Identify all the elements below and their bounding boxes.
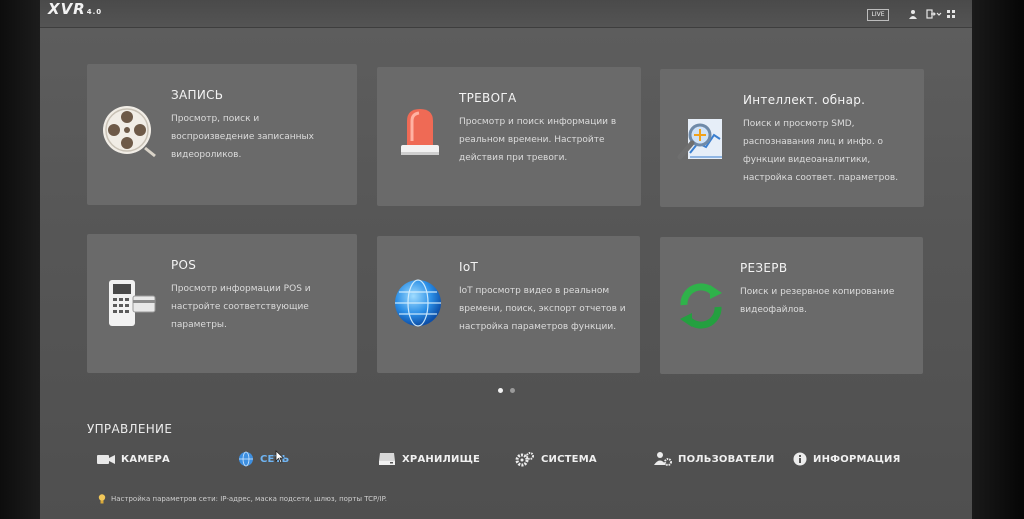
mgmt-users-label: ПОЛЬЗОВАТЕЛИ	[678, 453, 775, 465]
main-menu-screen: XVR4.0 LIVE ЗАПИСЬ Просмотр, поиск и вос…	[40, 0, 972, 519]
mouse-cursor-icon	[275, 450, 285, 464]
logo-version: 4.0	[86, 8, 103, 16]
desc-line: Просмотр информации POS и	[171, 284, 311, 294]
desc-line: распознавания лиц и инфо. о	[743, 137, 884, 147]
monitor-bezel-right	[972, 0, 1024, 519]
mgmt-storage[interactable]: ХРАНИЛИЩЕ	[378, 449, 480, 469]
desc-line: Просмотр и поиск информации в	[459, 117, 617, 127]
card-record-desc: Просмотр, поиск и воспроизведение записа…	[171, 110, 314, 164]
mgmt-info-label: ИНФОРМАЦИЯ	[813, 453, 901, 465]
desc-line: Поиск и просмотр SMD,	[743, 119, 855, 129]
card-backup-desc: Поиск и резервное копирование видеофайло…	[740, 283, 894, 319]
info-icon	[793, 452, 807, 466]
network-globe-icon	[239, 451, 253, 467]
storage-icon	[379, 453, 395, 465]
card-pos-title: POS	[171, 258, 197, 272]
lightbulb-icon	[98, 494, 106, 504]
management-title: УПРАВЛЕНИЕ	[87, 422, 173, 436]
card-alarm-desc: Просмотр и поиск информации в реальном в…	[459, 113, 616, 167]
chevron-down-icon[interactable]	[936, 9, 942, 19]
desc-line: Поиск и резервное копирование	[740, 287, 895, 297]
gears-icon	[515, 452, 534, 467]
card-smart-detection-desc: Поиск и просмотр SMD, распознавания лиц …	[743, 115, 898, 187]
mgmt-storage-label: ХРАНИЛИЩЕ	[402, 453, 481, 465]
mgmt-users[interactable]: ПОЛЬЗОВАТЕЛИ	[654, 449, 775, 469]
desc-line: действия при тревоги.	[459, 153, 568, 163]
smart-detection-icon	[677, 119, 722, 160]
card-backup-title: РЕЗЕРВ	[740, 261, 788, 275]
desc-line: настройка соответ. параметров.	[743, 173, 899, 183]
logo-text: XVR	[48, 0, 86, 18]
desc-line: воспроизведение записанных	[171, 132, 314, 142]
desc-line: Просмотр, поиск и	[171, 114, 260, 124]
live-button[interactable]: LIVE	[867, 9, 889, 21]
grid-menu-icon[interactable]	[946, 9, 956, 19]
desc-line: реальном времени. Настройте	[459, 135, 605, 145]
desc-line: функции видеоаналитики,	[743, 155, 871, 165]
card-record[interactable]: ЗАПИСЬ Просмотр, поиск и воспроизведение…	[87, 64, 357, 205]
card-backup[interactable]: РЕЗЕРВ Поиск и резервное копирование вид…	[660, 237, 923, 374]
page-dot-active[interactable]	[498, 388, 503, 393]
hint-bar: Настройка параметров сети: IP-адрес, мас…	[98, 494, 387, 504]
desc-line: времени, поиск, экспорт отчетов и	[459, 304, 626, 314]
camera-icon	[97, 455, 115, 464]
pos-terminal-icon	[109, 280, 156, 326]
users-gear-icon	[654, 452, 672, 466]
mgmt-system[interactable]: СИСТЕМА	[515, 449, 597, 469]
mgmt-system-label: СИСТЕМА	[541, 453, 597, 465]
mgmt-camera[interactable]: КАМЕРА	[97, 449, 170, 469]
backup-sync-icon	[680, 283, 722, 329]
desc-line: настройте соответствующие	[171, 302, 309, 312]
mgmt-info[interactable]: ИНФОРМАЦИЯ	[793, 449, 901, 469]
card-iot-desc: IoT просмотр видео в реальном времени, п…	[459, 282, 626, 336]
card-smart-detection-title: Интеллект. обнар.	[743, 93, 866, 107]
app-logo: XVR4.0	[48, 0, 102, 18]
card-pos[interactable]: POS Просмотр информации POS и настройте …	[87, 234, 357, 373]
globe-icon	[395, 279, 441, 327]
card-pos-desc: Просмотр информации POS и настройте соот…	[171, 280, 311, 334]
card-record-title: ЗАПИСЬ	[171, 88, 224, 102]
desc-line: видеороликов.	[171, 150, 242, 160]
mgmt-camera-label: КАМЕРА	[121, 453, 170, 465]
desc-line: параметры.	[171, 320, 227, 330]
logout-icon[interactable]	[926, 9, 936, 19]
desc-line: IoT просмотр видео в реальном	[459, 286, 610, 296]
desc-line: настройка параметров функции.	[459, 322, 617, 332]
card-iot-title: IoT	[459, 260, 479, 274]
page-dot[interactable]	[510, 388, 515, 393]
card-smart-detection[interactable]: Интеллект. обнар. Поиск и просмотр SMD, …	[660, 69, 924, 207]
user-icon[interactable]	[908, 9, 918, 19]
card-iot[interactable]: IoT IoT просмотр видео в реальном времен…	[377, 236, 640, 373]
alarm-beacon-icon	[401, 109, 439, 155]
card-alarm-title: ТРЕВОГА	[459, 91, 517, 105]
film-reel-icon	[103, 106, 156, 158]
top-bar: XVR4.0 LIVE	[40, 0, 972, 28]
card-alarm[interactable]: ТРЕВОГА Просмотр и поиск информации в ре…	[377, 67, 641, 206]
desc-line: видеофайлов.	[740, 305, 807, 315]
monitor-bezel-left	[0, 0, 40, 519]
hint-text: Настройка параметров сети: IP-адрес, мас…	[111, 495, 387, 503]
